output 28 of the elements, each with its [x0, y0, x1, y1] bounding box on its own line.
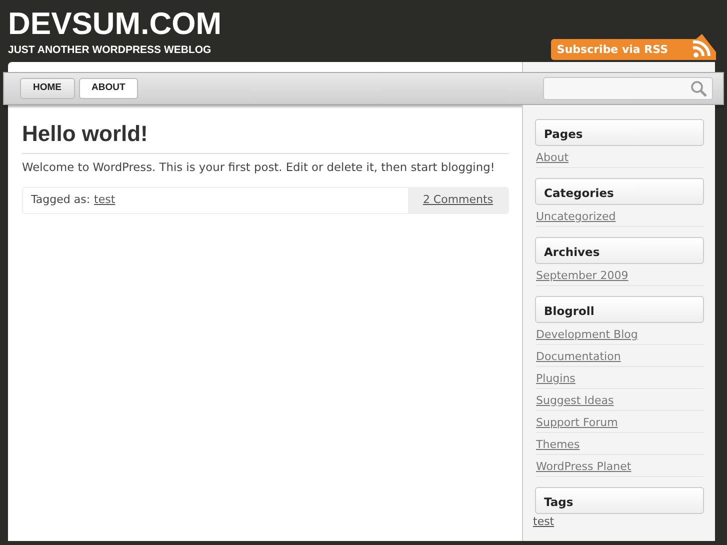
nav-tab[interactable]: ABOUT	[78, 78, 138, 99]
tagged-label: Tagged as:	[31, 192, 90, 208]
search-icon[interactable]	[690, 80, 708, 98]
sidebar-link[interactable]: Plugins	[536, 372, 576, 385]
widget-heading: Archives	[535, 237, 704, 264]
nav-tab[interactable]: HOME	[20, 78, 74, 99]
post-body: Welcome to WordPress. This is your first post. Edit or delete it, then start blogging!	[22, 159, 496, 175]
comments-link[interactable]: 2 Comments	[422, 192, 494, 209]
sidebar-link[interactable]: WordPress Planet	[536, 460, 632, 473]
sidebar-link[interactable]: Support Forum	[536, 416, 618, 429]
tag-link[interactable]: test	[533, 515, 554, 528]
sidebar-link[interactable]: Uncategorized	[536, 210, 616, 223]
sidebar-link[interactable]: Development Blog	[536, 328, 638, 341]
sidebar-link[interactable]: Themes	[536, 438, 580, 451]
widget-heading: Tags	[535, 487, 704, 514]
sidebar-link[interactable]: September 2009	[536, 269, 628, 282]
rss-feed-icon[interactable]	[674, 34, 716, 60]
widget-heading: Blogroll	[535, 296, 704, 323]
search-field[interactable]	[543, 77, 713, 100]
site-tagline: JUST ANOTHER WORDPRESS WEBLOG	[8, 43, 212, 57]
sidebar-link[interactable]: About	[536, 151, 569, 164]
site-title[interactable]: DEVSUM.COM	[8, 8, 222, 40]
sidebar-link[interactable]: Documentation	[536, 350, 621, 363]
tag-link[interactable]: test	[94, 192, 116, 209]
widget-heading: Categories	[535, 178, 704, 205]
widget-heading: Pages	[535, 119, 704, 146]
sidebar-link[interactable]: Suggest Ideas	[536, 394, 614, 407]
post-title[interactable]: Hello world!	[22, 121, 509, 154]
